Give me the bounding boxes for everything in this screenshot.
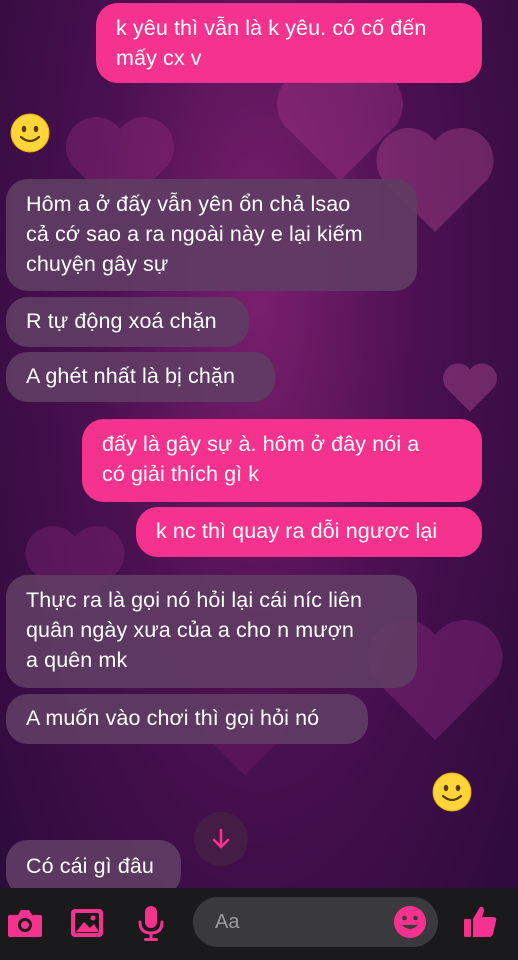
emoji-icon[interactable] (393, 905, 427, 939)
message-line: chuyện gây sự (26, 252, 169, 276)
message-text: R tự động xoá chặn (26, 309, 217, 333)
message-input[interactable]: Aa (193, 897, 438, 947)
message-line: Hôm a ở đấy vẫn yên ổn chả lsao (26, 192, 351, 216)
received-message[interactable]: Có cái gì đâu (6, 840, 181, 888)
gallery-icon[interactable] (69, 907, 105, 939)
message-line: mấy cx v (116, 46, 202, 70)
message-line: cả cớ sao a ra ngoài này e lại kiếm (26, 222, 363, 246)
scroll-to-bottom-button[interactable] (194, 812, 248, 866)
message-input-placeholder: Aa (215, 911, 240, 933)
smiley-reaction-icon (10, 113, 50, 153)
smiley-reaction-icon (432, 772, 472, 812)
received-message[interactable]: A muốn vào chơi thì gọi hỏi nó (6, 694, 368, 744)
camera-icon[interactable] (6, 906, 44, 940)
message-text: A muốn vào chơi thì gọi hỏi nó (26, 706, 320, 730)
received-message[interactable]: Thực ra là gọi nó hỏi lại cái níc liên q… (6, 575, 417, 688)
received-message[interactable]: A ghét nhất là bị chặn (6, 352, 275, 402)
sent-message[interactable]: đấy là gây sự à. hôm ở đây nói a có giải… (82, 419, 482, 502)
received-message[interactable]: R tự động xoá chặn (6, 297, 249, 347)
message-line: k yêu thì vẫn là k yêu. có cố đến (116, 16, 427, 40)
sent-message[interactable]: k yêu thì vẫn là k yêu. có cố đến mấy cx… (96, 3, 482, 83)
message-line: Thực ra là gọi nó hỏi lại cái níc liên (26, 588, 363, 612)
message-line: a quên mk (26, 648, 128, 672)
microphone-icon[interactable] (136, 904, 166, 942)
received-message[interactable]: Hôm a ở đấy vẫn yên ổn chả lsao cả cớ sa… (6, 179, 417, 291)
message-text: A ghét nhất là bị chặn (26, 364, 236, 388)
message-text: Có cái gì đâu (26, 854, 154, 878)
arrow-down-icon (212, 828, 230, 849)
message-thread[interactable]: k yêu thì vẫn là k yêu. có cố đến mấy cx… (0, 0, 518, 888)
message-line: có giải thích gì k (102, 462, 260, 486)
message-line: đấy là gây sự à. hôm ở đây nói a (102, 432, 420, 456)
message-line: quân ngày xưa của a cho n mượn (26, 618, 354, 642)
message-text: k nc thì quay ra dỗi ngược lại (156, 519, 438, 543)
sent-message[interactable]: k nc thì quay ra dỗi ngược lại (136, 507, 482, 557)
thumbs-up-icon[interactable] (462, 904, 498, 940)
